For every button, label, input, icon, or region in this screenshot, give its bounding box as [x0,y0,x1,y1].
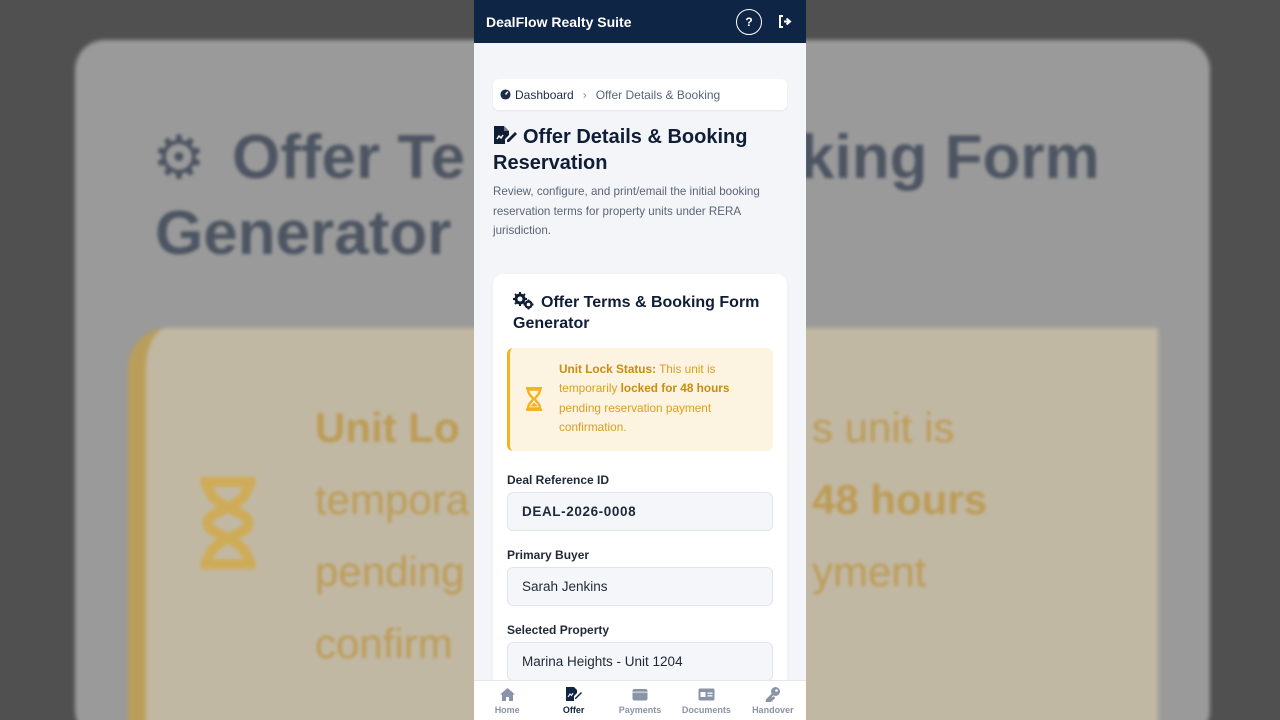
phone-screen: DealFlow Realty Suite ? Dashboard › Offe… [474,0,806,720]
unit-lock-alert: Unit Lock Status: This unit is temporari… [507,347,773,451]
file-signature-icon [494,126,517,144]
top-app-bar: DealFlow Realty Suite ? [474,0,806,43]
breadcrumb: Dashboard › Offer Details & Booking [493,79,787,110]
nav-label: Payments [618,705,662,715]
backdrop-alert-left: Unit Lo tempora pending confirm [315,392,469,680]
backdrop-alert-line: tempora [315,476,470,523]
main-content: Dashboard › Offer Details & Booking Offe… [474,43,806,680]
nav-label: Home [494,705,520,715]
backdrop-alert-line: s unit is [812,404,955,451]
breadcrumb-home[interactable]: Dashboard [500,88,574,102]
selected-property-field: Selected Property Marina Heights - Unit … [507,622,773,680]
backdrop-alert-line: confirm [315,620,453,667]
selected-property-input[interactable]: Marina Heights - Unit 1204 [507,641,773,680]
nav-offer[interactable]: Offer [540,681,606,720]
backdrop-alert-line: pending [315,548,465,595]
alert-text-after: pending reservation payment confirmation… [559,400,712,435]
gauge-icon [500,89,511,100]
gears-icon [513,291,534,309]
deal-reference-field: Deal Reference ID DEAL-2026-0008 [507,473,773,531]
page-description: Review, configure, and print/email the i… [493,185,760,237]
field-label: Deal Reference ID [507,472,610,487]
hourglass-icon [526,386,542,411]
app-title: DealFlow Realty Suite [486,13,632,30]
key-icon [765,686,781,702]
nav-label: Handover [752,705,794,715]
backdrop-title-right: king Form [800,123,1100,192]
page-header: Offer Details & Booking Reservation [493,124,787,176]
breadcrumb-home-label: Dashboard [515,87,574,102]
nav-home[interactable]: Home [474,681,540,720]
nav-payments[interactable]: Payments [607,681,673,720]
help-button[interactable]: ? [736,8,762,35]
backdrop-alert-right: s unit is 48 hours yment [812,392,987,608]
page-title-text: Offer Details & Booking Reservation [493,126,748,174]
nav-label: Documents [681,705,731,715]
backdrop-title: ⚙ Offer Te [152,118,465,198]
card-title-text: Offer Terms & Booking Form Generator [513,293,760,332]
nav-label: Offer [562,705,585,715]
primary-buyer-field: Primary Buyer Sarah Jenkins [507,548,773,606]
card-title: Offer Terms & Booking Form Generator [507,291,773,334]
deal-reference-input[interactable]: DEAL-2026-0008 [507,491,773,531]
primary-buyer-input[interactable]: Sarah Jenkins [507,566,773,606]
alert-text: Unit Lock Status: This unit is temporari… [559,360,759,438]
wallet-icon [632,686,648,702]
page-title: Offer Details & Booking Reservation [493,124,787,176]
gears-icon: ⚙ [152,124,206,191]
field-label: Selected Property [507,622,610,637]
id-card-icon [698,686,715,702]
field-label: Primary Buyer [507,547,590,562]
offer-terms-card: Offer Terms & Booking Form Generator Uni… [493,273,787,680]
alert-emphasis: locked for 48 hours [620,381,730,395]
logout-icon[interactable] [776,13,794,31]
backdrop-alert-line: Unit Lo [315,404,460,451]
hourglass-icon [200,476,256,570]
file-signature-icon [565,686,583,702]
nav-documents[interactable]: Documents [673,681,739,720]
backdrop-alert-line: yment [812,548,927,595]
chevron-right-icon: › [582,87,587,102]
alert-label: Unit Lock Status: [559,361,657,376]
bottom-navigation: Home Offer Payments Documents Handover [474,680,806,720]
backdrop-alert-line: 48 hours [812,476,988,523]
home-icon [499,686,516,702]
nav-handover[interactable]: Handover [740,681,806,720]
backdrop-title-line2: Generator [155,199,452,268]
breadcrumb-current: Offer Details & Booking [595,87,721,102]
